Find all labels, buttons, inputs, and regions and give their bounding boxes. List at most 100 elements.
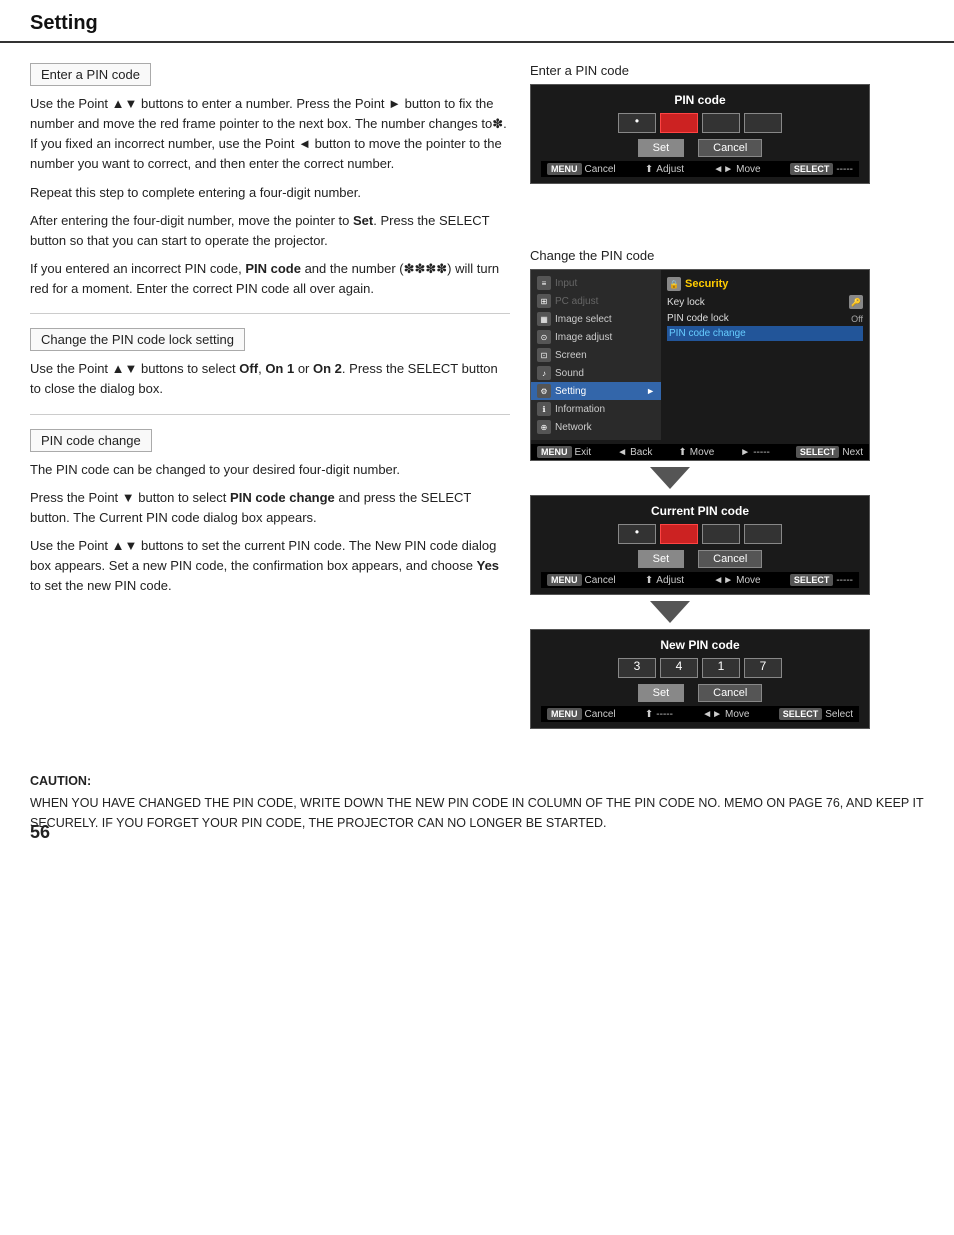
pin-code-change-texts: The PIN code can be changed to your desi… <box>30 460 510 597</box>
menu-setting-label: Setting <box>555 386 586 397</box>
menu-image-adjust: ⊙ Image adjust <box>531 328 661 346</box>
new-pin-dialog: New PIN code 3 4 1 7 Set Cancel MENU Can… <box>530 629 870 729</box>
image-adjust-icon: ⊙ <box>537 330 551 344</box>
menu-screen-label: Screen <box>555 350 587 361</box>
new-menu-icon: MENU <box>547 708 582 720</box>
new-pin-field-1: 4 <box>660 658 698 678</box>
new-pin-cancel-button[interactable]: Cancel <box>698 684 762 702</box>
sec-status-back-item: ◄ Back <box>617 446 652 458</box>
menu-sound-label: Sound <box>555 368 584 379</box>
change-pin-lock-para: Use the Point ▲▼ buttons to select Off, … <box>30 359 510 399</box>
cur-status-adjust-label: Adjust <box>656 575 684 586</box>
arrow-down-2 <box>650 601 900 623</box>
screen-icon: ⊡ <box>537 348 551 362</box>
change-pin-lock-text: Use the Point ▲▼ buttons to select Off, … <box>30 359 510 399</box>
security-menu-row: ≡ Input ⊞ PC adjust ▦ Image select ⊙ Ima… <box>531 270 869 440</box>
lock-icon: 🔒 <box>667 277 681 291</box>
current-pin-fields-row: • <box>541 524 859 544</box>
pin-statusbar: MENU Cancel ⬆ Adjust ◄► Move SELECT ----… <box>541 161 859 177</box>
current-pin-statusbar: MENU Cancel ⬆ Adjust ◄► Move SELECT ----… <box>541 572 859 588</box>
status-cancel-label: Cancel <box>585 164 616 175</box>
new-pin-buttons-row: Set Cancel <box>541 684 859 702</box>
cur-status-cancel-item: MENU Cancel <box>547 574 616 586</box>
menu-input: ≡ Input <box>531 274 661 292</box>
new-pin-field-2: 1 <box>702 658 740 678</box>
keylock-icon: 🔑 <box>849 295 863 309</box>
new-pin-title: New PIN code <box>541 638 859 652</box>
page-number: 56 <box>30 822 50 843</box>
keylock-label: Key lock <box>667 297 705 308</box>
current-pin-title: Current PIN code <box>541 504 859 518</box>
new-dash-arrow: ⬆ <box>645 709 653 720</box>
status-select-item: SELECT ----- <box>790 163 853 175</box>
select-next-icon: SELECT <box>796 446 840 458</box>
sec-move-arrow: ⬆ <box>678 447 686 458</box>
arrow-down-1 <box>650 467 900 489</box>
pin-code-dialog: PIN code • Set Cancel MENU Cancel ⬆ Adju… <box>530 84 870 184</box>
sec-status-exit-item: MENU Exit <box>537 446 591 458</box>
cur-status-move-label: Move <box>736 575 760 586</box>
menu-setting[interactable]: ⚙ Setting ► <box>531 382 661 400</box>
bottom-section: CAUTION: WHEN YOU HAVE CHANGED THE PIN C… <box>0 771 954 863</box>
sec-status-dash-label: ----- <box>753 447 770 458</box>
security-left-menu: ≡ Input ⊞ PC adjust ▦ Image select ⊙ Ima… <box>531 270 661 440</box>
adjust-arrow: ⬆ <box>645 164 653 175</box>
menu-pc-adjust-label: PC adjust <box>555 296 598 307</box>
caution-body: WHEN YOU HAVE CHANGED THE PIN CODE, WRIT… <box>30 796 923 830</box>
cur-pin-cancel-button[interactable]: Cancel <box>698 550 762 568</box>
sec-row-pin-lock: PIN code lock Off <box>667 311 863 326</box>
sec-row-pin-change[interactable]: PIN code change <box>667 326 863 341</box>
enter-pin-text1: Use the Point ▲▼ buttons to enter a numb… <box>30 94 510 175</box>
status-adjust-label: Adjust <box>656 164 684 175</box>
menu-exit-icon: MENU <box>537 446 572 458</box>
setting-arrow: ► <box>646 386 655 396</box>
pin-change-text3: Use the Point ▲▼ buttons to set the curr… <box>30 536 510 596</box>
pin-set-button[interactable]: Set <box>638 139 685 157</box>
status-adjust-item: ⬆ Adjust <box>645 163 684 175</box>
new-pin-field-0: 3 <box>618 658 656 678</box>
sec-status-move-item: ⬆ Move <box>678 446 714 458</box>
pin-change-text1: The PIN code can be changed to your desi… <box>30 460 510 480</box>
cur-status-select-item: SELECT ----- <box>790 574 853 586</box>
pin-code-change-box: PIN code change <box>30 429 152 452</box>
new-pin-set-button[interactable]: Set <box>638 684 685 702</box>
pin-field-3 <box>744 113 782 133</box>
pin-cancel-button[interactable]: Cancel <box>698 139 762 157</box>
security-title-label: Security <box>685 278 728 290</box>
info-icon: ℹ <box>537 402 551 416</box>
enter-pin-text3: After entering the four-digit number, mo… <box>30 211 510 251</box>
divider-2 <box>30 414 510 415</box>
menu-sound: ♪ Sound <box>531 364 661 382</box>
menu-input-label: Input <box>555 278 577 289</box>
menu-image-select-label: Image select <box>555 314 612 325</box>
cur-pin-field-2 <box>702 524 740 544</box>
cur-status-cancel-label: Cancel <box>585 575 616 586</box>
cur-status-adjust-item: ⬆ Adjust <box>645 574 684 586</box>
menu-network-label: Network <box>555 422 592 433</box>
cur-pin-set-button[interactable]: Set <box>638 550 685 568</box>
sound-icon: ♪ <box>537 366 551 380</box>
page-title: Setting <box>30 12 924 35</box>
current-pin-dialog: Current PIN code • Set Cancel MENU Cance… <box>530 495 870 595</box>
sec-status-dash-item: ► ----- <box>740 446 770 458</box>
pin-field-2 <box>702 113 740 133</box>
pin-field-0: • <box>618 113 656 133</box>
move-arrow: ◄► <box>713 164 733 175</box>
divider-1 <box>30 313 510 314</box>
cur-pin-field-0: • <box>618 524 656 544</box>
rc-label-enter-pin: Enter a PIN code <box>530 63 900 78</box>
current-pin-buttons-row: Set Cancel <box>541 550 859 568</box>
new-status-cancel-label: Cancel <box>585 709 616 720</box>
new-move-arrow: ◄► <box>702 709 722 720</box>
cur-adjust-arrow: ⬆ <box>645 575 653 586</box>
page-header: Setting <box>0 0 954 43</box>
cur-pin-field-3 <box>744 524 782 544</box>
enter-pin-text2: Repeat this step to complete entering a … <box>30 183 510 203</box>
menu-pc-adjust: ⊞ PC adjust <box>531 292 661 310</box>
pc-adjust-icon: ⊞ <box>537 294 551 308</box>
new-status-select-item: SELECT Select <box>779 708 853 720</box>
sec-status-exit-label: Exit <box>575 447 592 458</box>
security-menu-dialog: ≡ Input ⊞ PC adjust ▦ Image select ⊙ Ima… <box>530 269 870 461</box>
menu-image-select: ▦ Image select <box>531 310 661 328</box>
status-select-label: ----- <box>836 164 853 175</box>
